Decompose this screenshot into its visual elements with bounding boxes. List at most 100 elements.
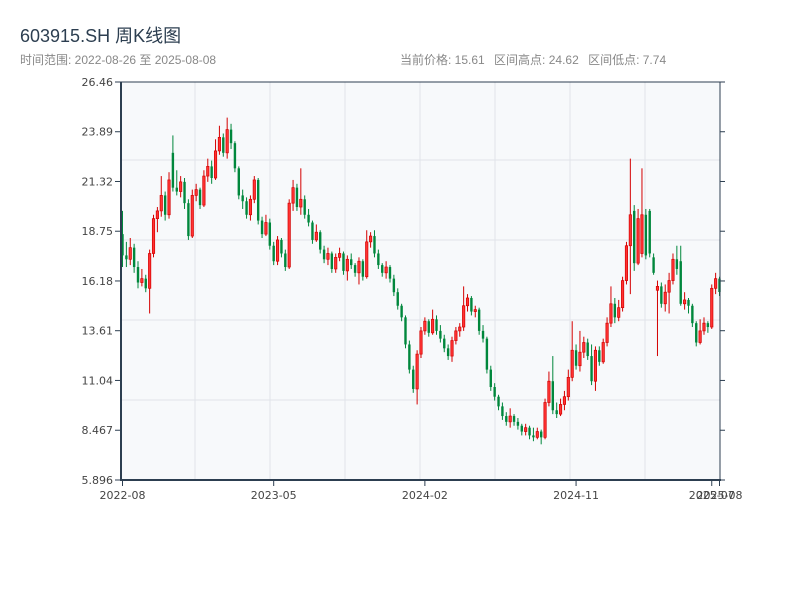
candle-body [272,245,275,262]
candle-2024-01-19 [404,315,407,349]
candle-body [210,166,213,178]
candle-body [706,323,710,328]
candle-body [551,381,555,411]
candle-body [473,309,477,312]
candle-body [667,280,671,293]
candle-body [679,261,682,304]
candle-body [493,387,496,397]
candle-body [400,305,403,318]
candle-body [566,376,570,398]
candle-body [175,187,178,192]
candle-body [233,143,237,169]
candle-body [710,287,714,328]
candle-body [291,187,295,204]
x-tick-label: 2024-02 [402,489,448,502]
candle-body [423,320,427,332]
candle-body [357,260,361,274]
candle-body [179,181,183,192]
y-tick-label: 21.32 [82,175,114,188]
y-tick-label: 11.04 [82,374,114,387]
candle-body [314,231,318,241]
candle-body [695,323,698,343]
candle-body [248,198,252,216]
candle-body [155,210,159,219]
y-tick-label: 23.89 [82,126,114,139]
candle-body [295,187,299,208]
candle-2024-09-27 [543,398,547,440]
candle-body [206,166,210,177]
candle-body [663,291,667,305]
candle-body [377,253,380,266]
candle-body [652,257,655,273]
candle-body [660,286,663,304]
candle-body [245,201,248,215]
candle-body [547,380,551,403]
candle-body [194,189,198,196]
y-tick-label: 8.467 [82,424,114,437]
candle-body [373,236,376,254]
candle-body [229,129,233,144]
candle-body [322,249,326,260]
candle-body [644,214,648,256]
candle-body [163,195,167,215]
candle-body [633,210,636,264]
candle-body [624,245,629,281]
candle-body [628,214,632,247]
candle-body [353,265,357,273]
candle-body [640,214,644,254]
candle-body [217,137,221,152]
candle-body [202,175,206,206]
candle-body [396,292,399,306]
candle-body [443,338,446,349]
candle-2024-01-26 [408,340,411,374]
y-tick-label: 5.896 [82,474,114,487]
candle-2025-02-21 [624,241,629,285]
candle-body [477,309,481,331]
candle-2025-01-10 [601,338,605,364]
candle-2025-03-07 [633,205,636,271]
candle-body [342,253,345,271]
candle-body [497,396,500,407]
candle-body [264,222,268,235]
candle-body [570,349,574,378]
candle-body [687,299,690,306]
candle-2023-01-20 [202,170,206,208]
candle-body [439,330,442,339]
candle-body [388,267,392,279]
candle-body [171,152,175,188]
candle-body [489,369,492,388]
candle-body [516,421,520,426]
candle-body [319,232,322,250]
candle-body [361,261,365,277]
candle-body [535,431,539,438]
candle-body [167,179,171,216]
candle-body [505,416,508,422]
candle-body [617,307,621,318]
x-tick-label: 2025-08 [697,489,743,502]
candle-body [190,195,194,237]
x-tick-label: 2022-08 [100,489,146,502]
candle-body [159,195,163,212]
candle-body [578,351,582,367]
candle-body [408,344,411,370]
candle-body [539,431,543,438]
candle-2024-02-16 [419,327,423,358]
candle-body [590,356,593,382]
y-tick-label: 16.18 [82,275,114,288]
candle-body [698,330,702,343]
candle-body [276,239,280,262]
candle-body [280,239,283,254]
candle-body [222,137,225,153]
x-tick-label: 2024-11 [553,489,599,502]
candle-body [252,179,256,200]
y-tick-label: 18.75 [82,225,114,238]
candle-body [435,319,438,331]
candle-2025-02-14 [621,276,625,312]
candle-body [392,278,396,293]
candle-body [241,195,244,202]
candle-2024-06-14 [485,336,489,374]
candle-2023-04-21 [252,176,256,204]
candle-body [559,404,563,415]
candle-body [582,342,586,353]
candle-body [311,222,314,240]
